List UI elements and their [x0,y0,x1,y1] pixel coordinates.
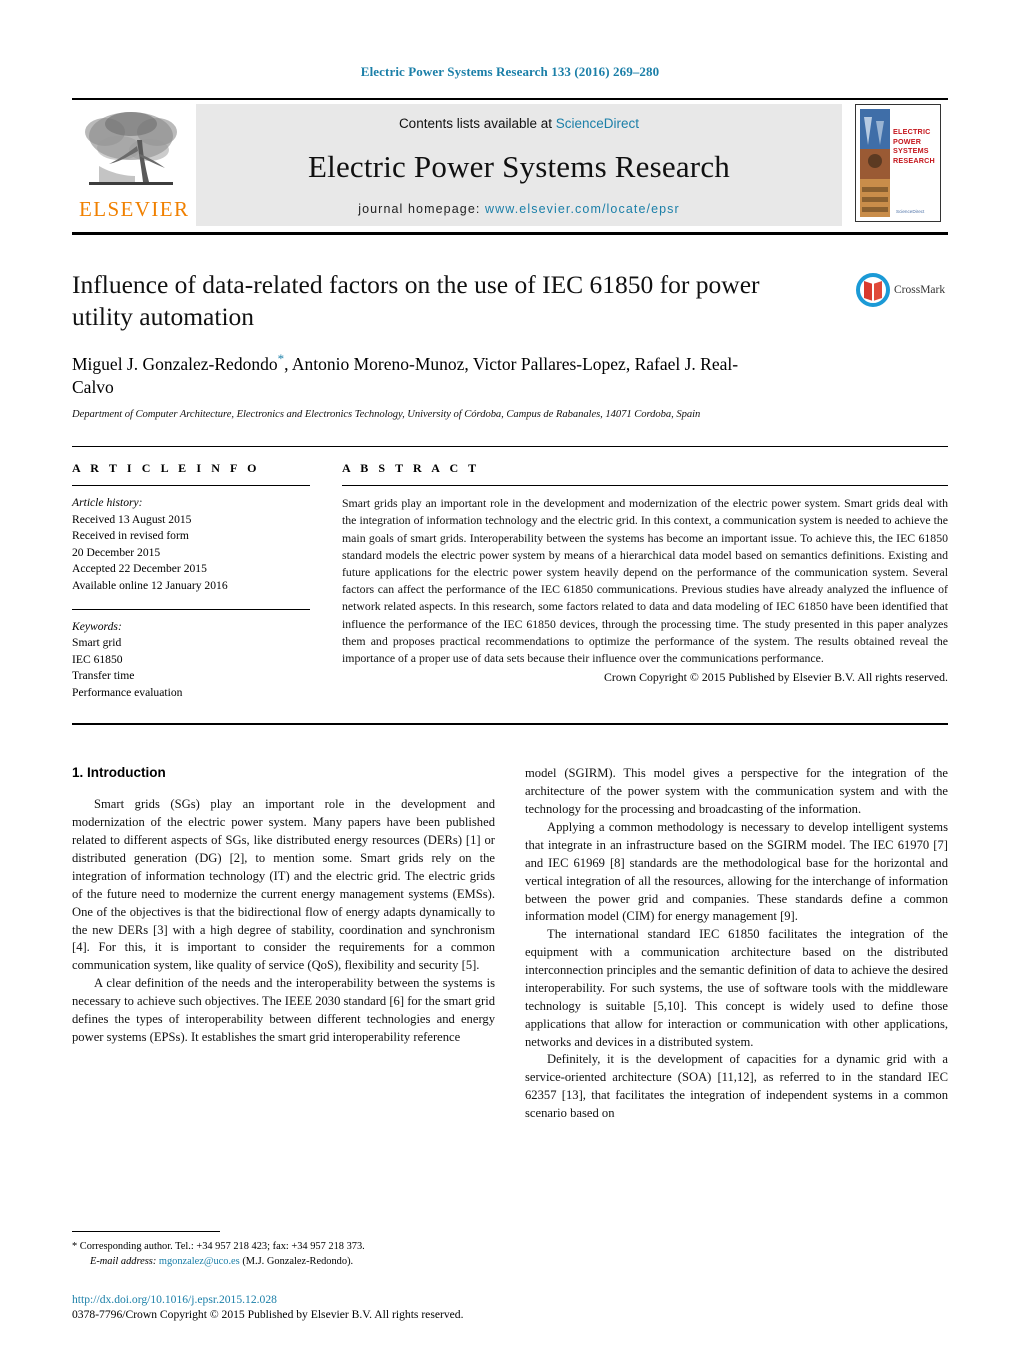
keyword-item: Smart grid [72,636,122,650]
keyword-item: Transfer time [72,669,135,683]
author-list: Miguel J. Gonzalez-Redondo*, Antonio Mor… [72,350,772,399]
history-item: Available online 12 January 2016 [72,579,228,592]
journal-homepage-line: journal homepage: www.elsevier.com/locat… [358,202,680,216]
article-info-heading: A R T I C L E I N F O [72,461,261,476]
article-history-title: Article history: [72,496,143,510]
corresponding-author-note: * Corresponding author. Tel.: +34 957 21… [72,1240,365,1252]
history-item: 20 December 2015 [72,545,161,559]
history-item: Received 13 August 2015 [72,512,192,526]
doi-block: http://dx.doi.org/10.1016/j.epsr.2015.12… [72,1292,632,1323]
running-head: Electric Power Systems Research 133 (201… [360,64,660,79]
cover-title: ELECTRIC POWER SYSTEMS RESEARCH [893,127,937,166]
publisher-logo: ELSEVIER [72,100,190,232]
cover-title-line1: ELECTRIC POWER [893,127,931,146]
contents-line: Contents lists available at ScienceDirec… [399,116,639,131]
crossmark-badge[interactable]: CrossMark [856,273,948,307]
paragraph: Applying a common methodology is necessa… [525,820,948,924]
homepage-prefix: journal homepage: [358,202,486,216]
body-column-left: 1. Introduction Smart grids (SGs) play a… [72,765,495,1165]
paragraph: model (SGIRM). This model gives a perspe… [525,766,948,817]
cover-publisher: ScienceDirect [896,209,925,214]
abstract-text: Smart grids play an important role in th… [342,496,948,666]
body-column-right: model (SGIRM). This model gives a perspe… [525,765,948,1165]
crossmark-label: CrossMark [894,284,946,296]
title-block: Influence of data-related factors on the… [72,269,948,420]
abstract-column: A B S T R A C T Smart grids play an impo… [342,461,948,701]
keyword-item: IEC 61850 [72,652,123,666]
crossmark-icon [856,273,890,307]
article-page: Electric Power Systems Research 133 (201… [0,0,1020,1351]
abstract-bottom-rule [72,723,948,726]
page-title: Influence of data-related factors on the… [72,270,760,332]
journal-title: Electric Power Systems Research [308,148,730,184]
history-item: Accepted 22 December 2015 [72,562,207,576]
article-info-rule [72,485,310,487]
cover-photo-icon [860,109,890,217]
abstract-rule [342,485,948,487]
paragraph: Definitely, it is the development of cap… [525,1052,948,1121]
journal-masthead: ELSEVIER Contents lists available at Sci… [72,98,948,232]
journal-cover-thumbnail: ELECTRIC POWER SYSTEMS RESEARCH ScienceD… [848,100,948,232]
email-suffix: (M.J. Gonzalez-Redondo). [242,1255,354,1267]
elsevier-wordmark: ELSEVIER [79,197,190,221]
cover-title-line2: SYSTEMS RESEARCH [893,146,935,166]
masthead-center: Contents lists available at ScienceDirec… [196,104,842,226]
info-abstract-section: A R T I C L E I N F O Article history: R… [72,446,948,701]
affiliation: Department of Computer Architecture, Ele… [72,409,701,421]
abstract-heading: A B S T R A C T [342,461,480,476]
email-link[interactable]: mgonzalez@uco.es [159,1256,240,1267]
sciencedirect-link[interactable]: ScienceDirect [556,116,639,131]
keywords-group: Keywords: Smart grid IEC 61850 Transfer … [72,619,310,702]
footnote-rule [72,1230,220,1232]
article-history: Article history: Received 13 August 2015… [72,495,310,594]
contents-prefix: Contents lists available at [398,116,556,131]
author-first: Miguel J. Gonzalez-Redondo [72,353,278,374]
keywords-title: Keywords: [72,619,122,633]
masthead-bottom-rule [72,232,948,235]
article-info-column: A R T I C L E I N F O Article history: R… [72,461,310,701]
paragraph: A clear definition of the needs and the … [72,976,495,1044]
paragraph: The international standard IEC 61850 fac… [525,927,948,1049]
keywords-rule [72,608,310,610]
issn-copyright: 0378-7796/Crown Copyright © 2015 Publish… [72,1308,464,1322]
email-label: E-mail address: [90,1255,157,1267]
abstract-copyright: Crown Copyright © 2015 Published by Else… [604,670,948,685]
keyword-item: Performance evaluation [72,685,183,699]
footnote-area: * Corresponding author. Tel.: +34 957 21… [72,1230,495,1269]
elsevier-tree-icon [85,112,177,185]
email-note: E-mail address: mgonzalez@uco.es (M.J. G… [72,1254,495,1269]
body-columns: 1. Introduction Smart grids (SGs) play a… [72,765,948,1165]
history-item: Received in revised form [72,529,189,543]
paragraph: Smart grids (SGs) play an important role… [72,797,495,973]
journal-homepage-link[interactable]: www.elsevier.com/locate/epsr [485,202,680,216]
section-heading-introduction: 1. Introduction [72,765,166,781]
doi-link[interactable]: http://dx.doi.org/10.1016/j.epsr.2015.12… [72,1292,632,1308]
